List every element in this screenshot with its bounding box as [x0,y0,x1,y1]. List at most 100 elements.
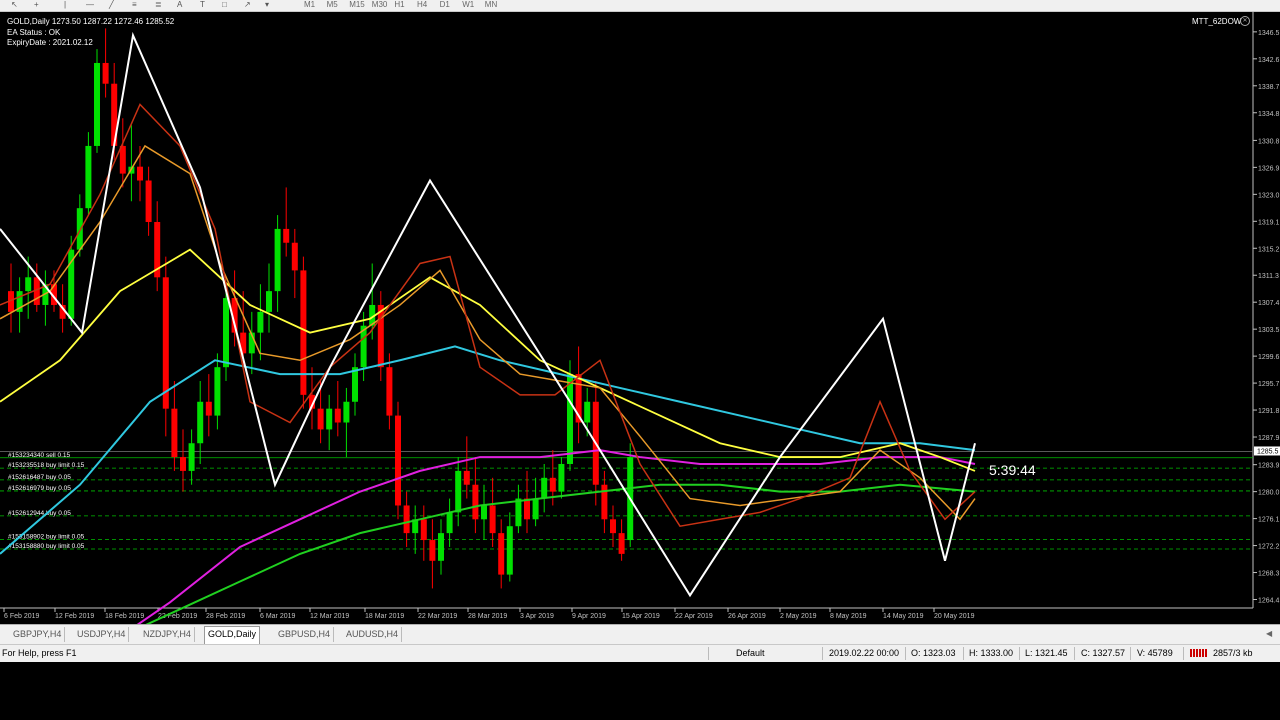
bar-high: H: 1333.00 [969,648,1014,658]
tab-scroll-icon[interactable]: ◀ [1266,629,1272,638]
chart-window[interactable]: 1350.61346.51342.61338.71334.81330.81326… [0,12,1280,624]
candle-body [498,533,505,575]
price-label: 1295.7 [1258,381,1280,388]
candle-body [137,166,143,181]
candle-body [532,498,539,520]
horizontal-line-icon[interactable]: — [86,0,94,10]
price-label: 1334.8 [1258,111,1280,118]
candle-body [395,415,401,506]
arrows-icon[interactable]: ↗ [244,0,251,10]
timeframe-mn[interactable]: MN [485,0,497,10]
price-label: 1283.9 [1258,463,1280,470]
chart-canvas[interactable]: 1350.61346.51342.61338.71334.81330.81326… [0,12,1280,624]
candle-body [438,533,444,561]
candle-body [317,408,324,430]
price-label: 1272.2 [1258,544,1280,551]
tab-gbpjpy[interactable]: GBPJPY,H4 [10,627,66,642]
candle-body [300,270,307,395]
bar-low: L: 1321.45 [1025,648,1068,658]
price-label: 1330.8 [1258,138,1280,145]
date-label: 22 Mar 2019 [418,613,457,620]
shapes-icon[interactable]: □ [222,0,227,10]
candle-body [266,291,272,312]
price-label: 1299.6 [1258,354,1280,361]
candle-body [162,277,169,409]
candle-body [610,519,616,534]
candle-body [180,457,186,471]
order-label: #152612944 buy 0.05 [8,510,71,517]
close-chart-icon[interactable]: ✕ [1240,16,1250,26]
price-label: 1342.6 [1258,57,1280,64]
ea-status: EA Status : OK [7,28,61,37]
trendline-icon[interactable]: ╱ [109,0,114,10]
price-label: 1280.0 [1258,490,1280,497]
cursor-icon[interactable]: ↖ [11,0,18,10]
screen-background [0,662,1280,720]
tab-gold-daily[interactable]: GOLD,Daily [204,626,261,644]
bar-open: O: 1323.03 [911,648,956,658]
timeframe-h1[interactable]: H1 [394,0,404,10]
channel-icon[interactable]: ≡ [132,0,137,10]
ma-yellow-line [0,248,976,472]
more-tools-icon[interactable]: ▾ [265,0,269,10]
candle-body [326,408,333,430]
timeframe-m30[interactable]: M30 [372,0,388,10]
candle-body [188,443,195,471]
price-label: 1326.9 [1258,165,1280,172]
tab-audusd[interactable]: AUDUSD,H4 [343,627,403,642]
tab-usdjpy[interactable]: USDJPY,H4 [74,627,130,642]
date-label: 28 Mar 2019 [468,613,507,620]
order-label: #153158880 buy limit 0.05 [8,543,85,550]
ma-cyan-line [0,345,976,555]
fibonacci-icon[interactable]: ≣ [155,0,162,10]
price-label: 1307.4 [1258,300,1280,307]
candle-body [506,526,513,575]
timeframe-m1[interactable]: M1 [304,0,315,10]
tab-nzdjpy[interactable]: NZDJPY,H4 [140,627,195,642]
candle-body [541,477,548,499]
bar-close: C: 1327.57 [1081,648,1126,658]
timeframe-h4[interactable]: H4 [417,0,427,10]
order-label: #152616979 buy 0.05 [8,485,71,492]
price-label: 1287.9 [1258,435,1280,442]
candle-body [274,228,281,292]
candle-body [472,484,479,520]
label-icon[interactable]: T [200,0,205,10]
crosshair-icon[interactable]: + [34,0,39,10]
price-label: 1315.2 [1258,246,1280,253]
candle-body [102,62,109,84]
timeframe-m15[interactable]: M15 [349,0,365,10]
candle-body [524,498,530,520]
candle-body [567,374,573,464]
candle-body [489,505,496,534]
candle-body [558,463,565,492]
candle-timer: 5:39:44 [989,462,1036,478]
date-label: 18 Feb 2019 [105,613,144,620]
date-label: 15 Apr 2019 [622,613,660,620]
price-label: 1311.3 [1258,273,1279,280]
date-label: 6 Mar 2019 [260,613,296,620]
symbol-info: GOLD,Daily 1273.50 1287.22 1272.46 1285.… [7,17,175,26]
toolbar: ↖ + | — ╱ ≡ ≣ A T □ ↗ ▾ M1 M5 M15 M30 H1 H4 D1… [0,0,1280,12]
timeframe-m5[interactable]: M5 [327,0,338,10]
current-price-label: 1285.5 [1257,448,1279,455]
price-label: 1276.1 [1258,517,1280,524]
tab-gbpusd[interactable]: GBPUSD,H4 [275,627,335,642]
candle-body [584,401,591,423]
order-label: #152616487 buy 0.05 [8,474,71,481]
timeframe-d1[interactable]: D1 [440,0,450,10]
price-label: 1268.3 [1258,571,1280,578]
timeframe-w1[interactable]: W1 [462,0,474,10]
text-icon[interactable]: A [177,0,182,10]
candle-body [257,311,264,333]
date-label: 6 Feb 2019 [4,613,40,620]
date-label: 22 Apr 2019 [675,613,713,620]
expiry-date: ExpiryDate : 2021.02.12 [7,38,93,47]
candle-body [429,540,436,561]
vertical-line-icon[interactable]: | [64,0,66,10]
profile-name[interactable]: Default [736,648,765,658]
date-label: 20 May 2019 [934,613,975,620]
order-label: #153234340 sell 0.15 [8,452,71,459]
candle-body [25,277,32,292]
bar-volume: V: 45789 [1137,648,1173,658]
